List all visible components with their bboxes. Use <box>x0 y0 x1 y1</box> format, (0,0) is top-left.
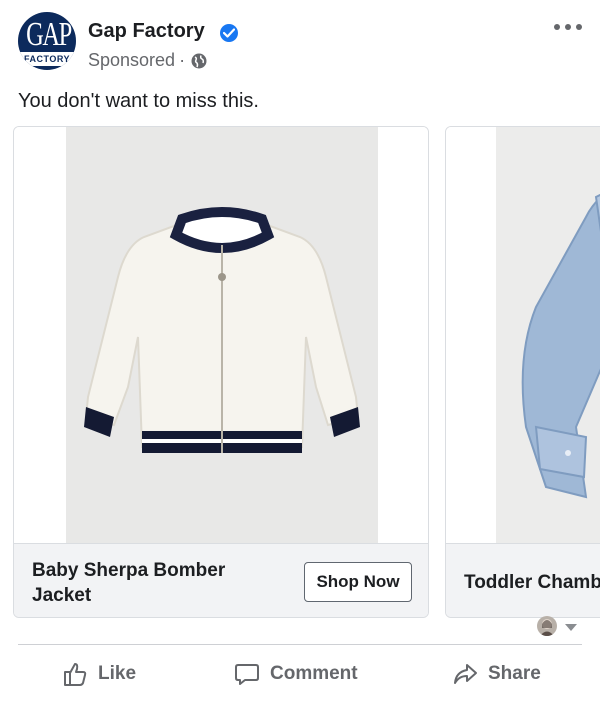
product-photo-background <box>496 127 600 543</box>
post-header: GAP FACTORY Gap Factory Sponsored · <box>18 12 582 82</box>
share-arrow-icon <box>452 661 478 687</box>
product-title[interactable]: Baby Sherpa Bomber Jacket <box>32 558 272 608</box>
ad-carousel[interactable]: Baby Sherpa Bomber Jacket Shop Now Toddl… <box>13 126 600 620</box>
actions-divider <box>18 644 582 645</box>
page-avatar[interactable]: GAP FACTORY <box>18 12 76 70</box>
sponsored-line: Sponsored · <box>88 50 207 71</box>
sponsored-label[interactable]: Sponsored <box>88 50 175 71</box>
shop-now-button[interactable]: Shop Now <box>304 562 412 602</box>
more-dot <box>565 24 571 30</box>
product-image[interactable] <box>14 127 428 543</box>
verified-badge-icon <box>220 24 238 42</box>
comment-label: Comment <box>270 663 358 684</box>
card-footer: Baby Sherpa Bomber Jacket Shop Now <box>14 543 428 617</box>
carousel-card[interactable]: Toddler Chambray <box>445 126 600 618</box>
more-dot <box>576 24 582 30</box>
post-caption: You don't want to miss this. <box>18 90 259 112</box>
globe-icon <box>191 53 207 69</box>
more-options-icon[interactable] <box>554 20 582 34</box>
thumbs-up-icon <box>62 661 88 687</box>
product-photo-background <box>66 127 378 543</box>
share-label: Share <box>488 663 541 684</box>
separator-dot: · <box>179 50 186 70</box>
more-dot <box>554 24 560 30</box>
like-button[interactable]: Like <box>62 652 136 696</box>
sherpa-jacket-illustration <box>84 207 360 453</box>
card-footer: Toddler Chambray <box>446 543 600 617</box>
page-name[interactable]: Gap Factory <box>88 20 205 43</box>
action-bar: Like Comment Share <box>0 652 600 696</box>
product-title[interactable]: Toddler Chambray <box>464 570 600 595</box>
product-image[interactable] <box>446 127 600 543</box>
chambray-shirt-illustration <box>521 193 600 499</box>
caret-down-icon[interactable] <box>565 624 577 631</box>
share-button[interactable]: Share <box>452 652 541 696</box>
carousel-card[interactable]: Baby Sherpa Bomber Jacket Shop Now <box>13 126 429 618</box>
comment-bubble-icon <box>234 661 260 687</box>
logo-wordmark: GAP <box>26 16 72 53</box>
actor-avatar[interactable] <box>537 616 557 636</box>
comment-button[interactable]: Comment <box>234 652 358 696</box>
like-label: Like <box>98 663 137 684</box>
logo-subtext: FACTORY <box>18 52 76 66</box>
